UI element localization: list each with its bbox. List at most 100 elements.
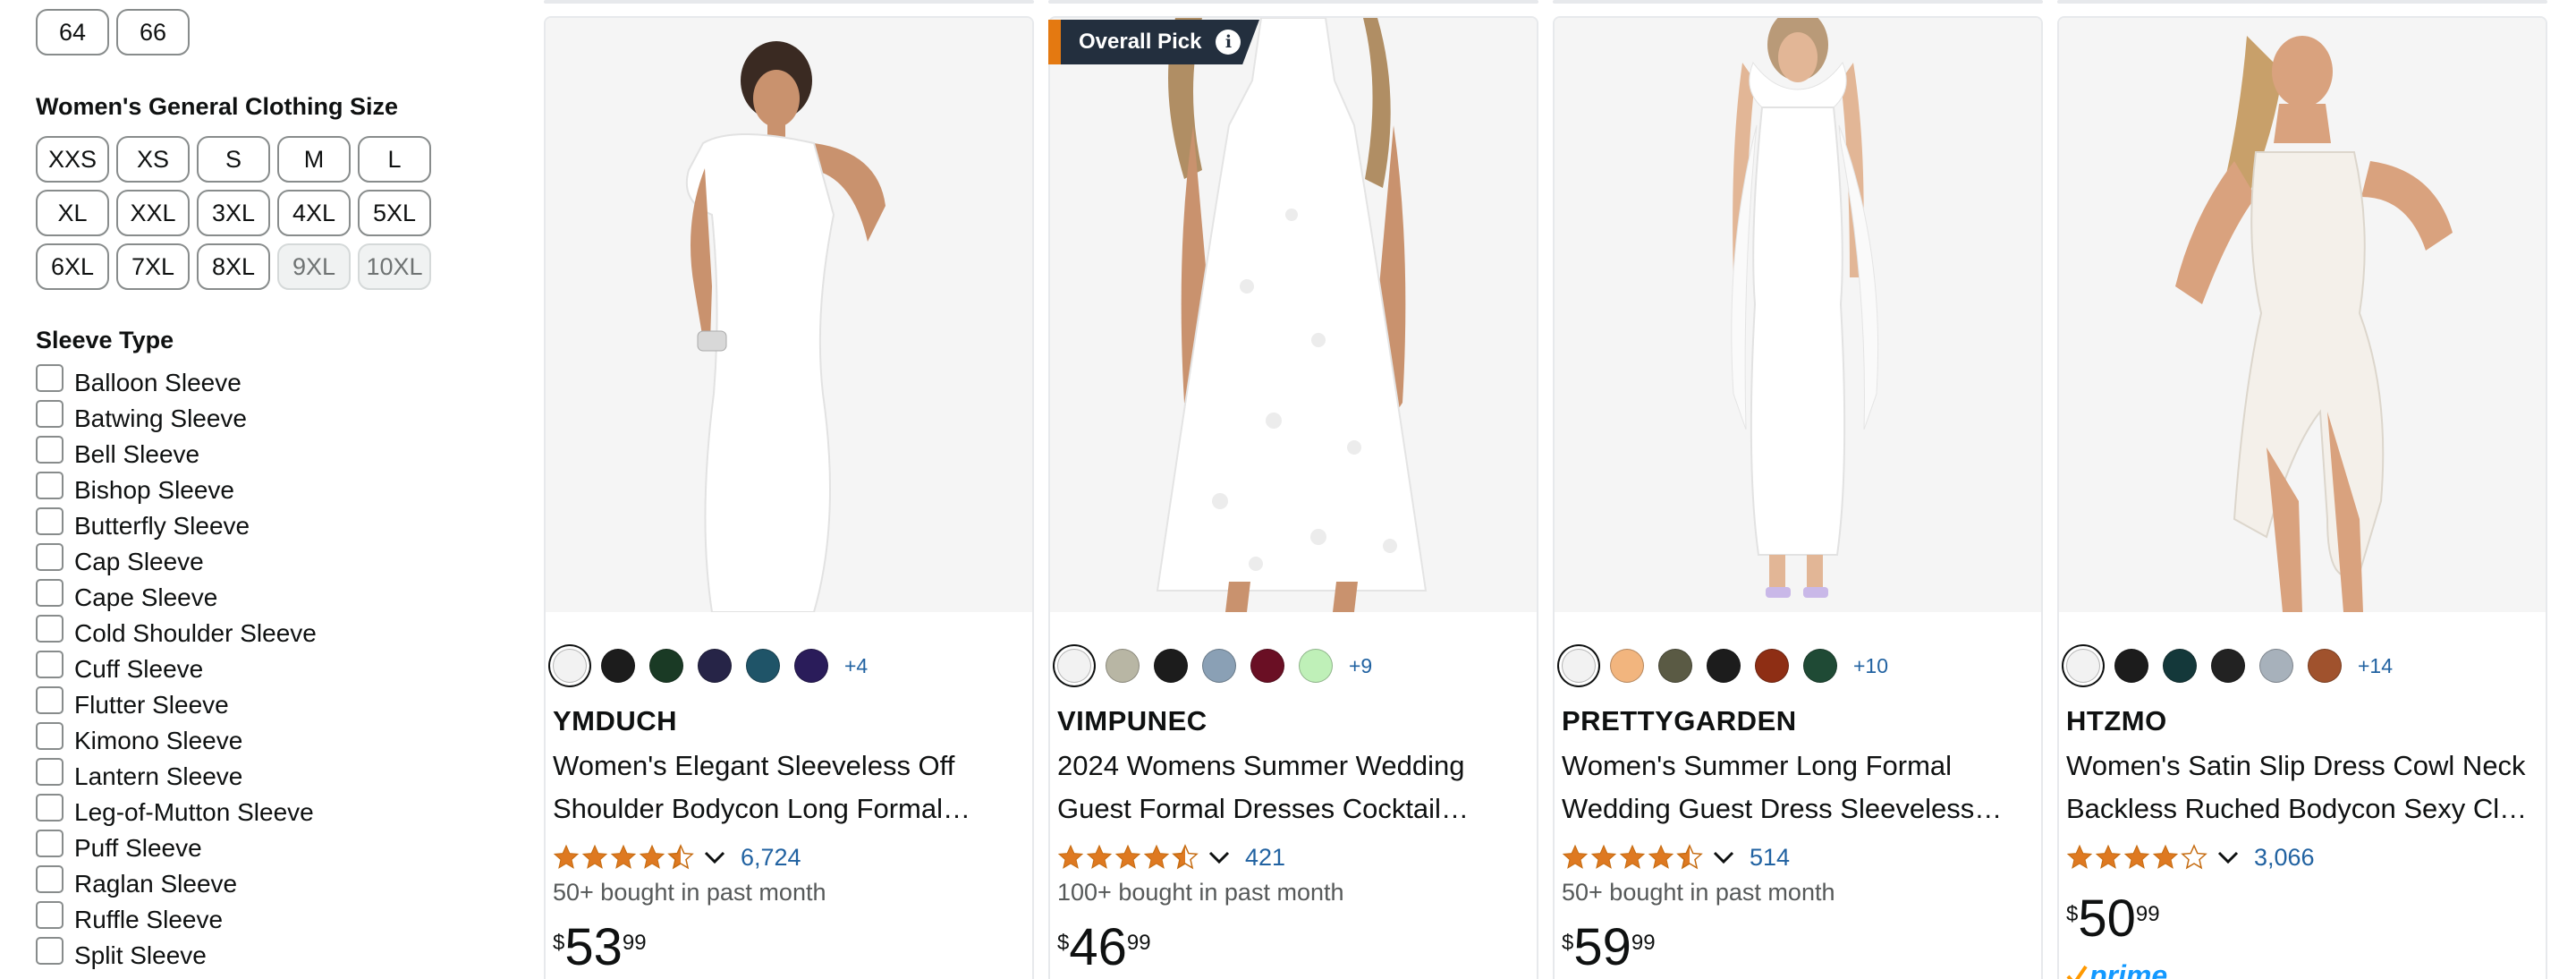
color-swatch[interactable] [1803, 649, 1837, 683]
sleeve-filter-lantern-sleeve[interactable]: Lantern Sleeve [36, 757, 242, 795]
color-swatch[interactable] [1202, 649, 1236, 683]
more-colors-link[interactable]: +9 [1349, 654, 1372, 678]
sleeve-filter-raglan-sleeve[interactable]: Raglan Sleeve [36, 864, 237, 902]
color-swatch[interactable] [2114, 649, 2148, 683]
checkbox[interactable] [36, 507, 64, 535]
sleeve-filter-cap-sleeve[interactable]: Cap Sleeve [36, 542, 204, 580]
more-colors-link[interactable]: +10 [1853, 654, 1888, 678]
review-count-link[interactable]: 514 [1750, 844, 1790, 872]
checkbox[interactable] [36, 900, 64, 929]
color-swatch[interactable] [2211, 649, 2245, 683]
product-title[interactable]: Women's Summer Long Formal Wedding Guest… [1562, 745, 2036, 830]
sleeve-filter-butterfly-sleeve[interactable]: Butterfly Sleeve [36, 507, 250, 544]
color-swatch[interactable] [601, 649, 635, 683]
sleeve-filter-batwing-sleeve[interactable]: Batwing Sleeve [36, 399, 247, 437]
size-chip-xl[interactable]: XL [36, 190, 109, 236]
size-chip-66[interactable]: 66 [116, 9, 190, 55]
checkbox[interactable] [36, 936, 64, 965]
color-swatch[interactable] [2066, 649, 2100, 683]
size-chip-8xl[interactable]: 8XL [197, 243, 270, 290]
info-icon[interactable]: i [1216, 30, 1241, 55]
chevron-down-icon[interactable] [2216, 848, 2240, 866]
product-price[interactable]: $ 46 99 [1057, 922, 1151, 974]
color-swatch[interactable] [1610, 649, 1644, 683]
size-chip-xs[interactable]: XS [116, 136, 190, 183]
color-swatch[interactable] [1755, 649, 1789, 683]
color-swatch[interactable] [1707, 649, 1741, 683]
size-chip-5xl[interactable]: 5XL [358, 190, 431, 236]
product-image[interactable] [2059, 18, 2546, 612]
sleeve-filter-flutter-sleeve[interactable]: Flutter Sleeve [36, 685, 229, 723]
checkbox[interactable] [36, 542, 64, 571]
review-count-link[interactable]: 6,724 [741, 844, 801, 872]
checkbox[interactable] [36, 685, 64, 714]
color-swatch[interactable] [2259, 649, 2293, 683]
size-chip-9xl[interactable]: 9XL [277, 243, 351, 290]
more-colors-link[interactable]: +4 [844, 654, 868, 678]
checkbox[interactable] [36, 721, 64, 750]
product-card[interactable]: +10 PRETTYGARDEN Women's Summer Long Form… [1553, 16, 2043, 979]
sleeve-filter-split-sleeve[interactable]: Split Sleeve [36, 936, 207, 974]
product-price[interactable]: $ 50 99 [2066, 893, 2160, 945]
product-card[interactable]: +4 YMDUCH Women's Elegant Sleeveless Off … [544, 16, 1034, 979]
size-chip-6xl[interactable]: 6XL [36, 243, 109, 290]
product-price[interactable]: $ 53 99 [553, 922, 647, 974]
rating-stars[interactable] [1562, 844, 1705, 871]
overall-pick-badge[interactable]: Overall Pick i [1048, 20, 1259, 64]
sleeve-filter-balloon-sleeve[interactable]: Balloon Sleeve [36, 363, 242, 401]
chevron-down-icon[interactable] [1208, 848, 1231, 866]
color-swatch[interactable] [649, 649, 683, 683]
checkbox[interactable] [36, 650, 64, 678]
checkbox[interactable] [36, 864, 64, 893]
color-swatch[interactable] [553, 649, 587, 683]
more-colors-link[interactable]: +14 [2358, 654, 2393, 678]
product-title[interactable]: 2024 Womens Summer Wedding Guest Formal … [1057, 745, 1531, 830]
checkbox[interactable] [36, 471, 64, 499]
review-count-link[interactable]: 3,066 [2254, 844, 2315, 872]
chevron-down-icon[interactable] [1712, 848, 1735, 866]
checkbox[interactable] [36, 614, 64, 643]
size-chip-xxl[interactable]: XXL [116, 190, 190, 236]
rating-stars[interactable] [553, 844, 696, 871]
sleeve-filter-cuff-sleeve[interactable]: Cuff Sleeve [36, 650, 203, 687]
color-swatch[interactable] [1250, 649, 1284, 683]
product-card[interactable]: Overall Pick i +9 VIMPUNEC 2024 Womens Su… [1048, 16, 1538, 979]
sleeve-filter-ruffle-sleeve[interactable]: Ruffle Sleeve [36, 900, 223, 938]
color-swatch[interactable] [1562, 649, 1596, 683]
color-swatch[interactable] [1299, 649, 1333, 683]
product-image[interactable] [546, 18, 1032, 612]
color-swatch[interactable] [1658, 649, 1692, 683]
color-swatch[interactable] [2163, 649, 2197, 683]
rating-stars[interactable] [1057, 844, 1200, 871]
checkbox[interactable] [36, 578, 64, 607]
product-title[interactable]: Women's Satin Slip Dress Cowl Neck Backl… [2066, 745, 2540, 830]
product-image[interactable] [1050, 18, 1537, 612]
size-chip-64[interactable]: 64 [36, 9, 109, 55]
product-image[interactable] [1555, 18, 2041, 612]
checkbox[interactable] [36, 757, 64, 786]
size-chip-s[interactable]: S [197, 136, 270, 183]
size-chip-xxs[interactable]: XXS [36, 136, 109, 183]
sleeve-filter-bishop-sleeve[interactable]: Bishop Sleeve [36, 471, 234, 508]
size-chip-10xl[interactable]: 10XL [358, 243, 431, 290]
sleeve-filter-kimono-sleeve[interactable]: Kimono Sleeve [36, 721, 242, 759]
checkbox[interactable] [36, 435, 64, 464]
checkbox[interactable] [36, 399, 64, 428]
checkbox[interactable] [36, 829, 64, 857]
size-chip-4xl[interactable]: 4XL [277, 190, 351, 236]
rating-stars[interactable] [2066, 844, 2209, 871]
color-swatch[interactable] [698, 649, 732, 683]
size-chip-m[interactable]: M [277, 136, 351, 183]
color-swatch[interactable] [1057, 649, 1091, 683]
color-swatch[interactable] [1106, 649, 1140, 683]
color-swatch[interactable] [1154, 649, 1188, 683]
sleeve-filter-leg-of-mutton-sleeve[interactable]: Leg-of-Mutton Sleeve [36, 793, 314, 830]
sleeve-filter-cape-sleeve[interactable]: Cape Sleeve [36, 578, 217, 616]
product-price[interactable]: $ 59 99 [1562, 922, 1656, 974]
sleeve-filter-cold-shoulder-sleeve[interactable]: Cold Shoulder Sleeve [36, 614, 317, 651]
checkbox[interactable] [36, 793, 64, 822]
product-title[interactable]: Women's Elegant Sleeveless Off Shoulder … [553, 745, 1027, 830]
size-chip-7xl[interactable]: 7XL [116, 243, 190, 290]
chevron-down-icon[interactable] [703, 848, 726, 866]
color-swatch[interactable] [746, 649, 780, 683]
